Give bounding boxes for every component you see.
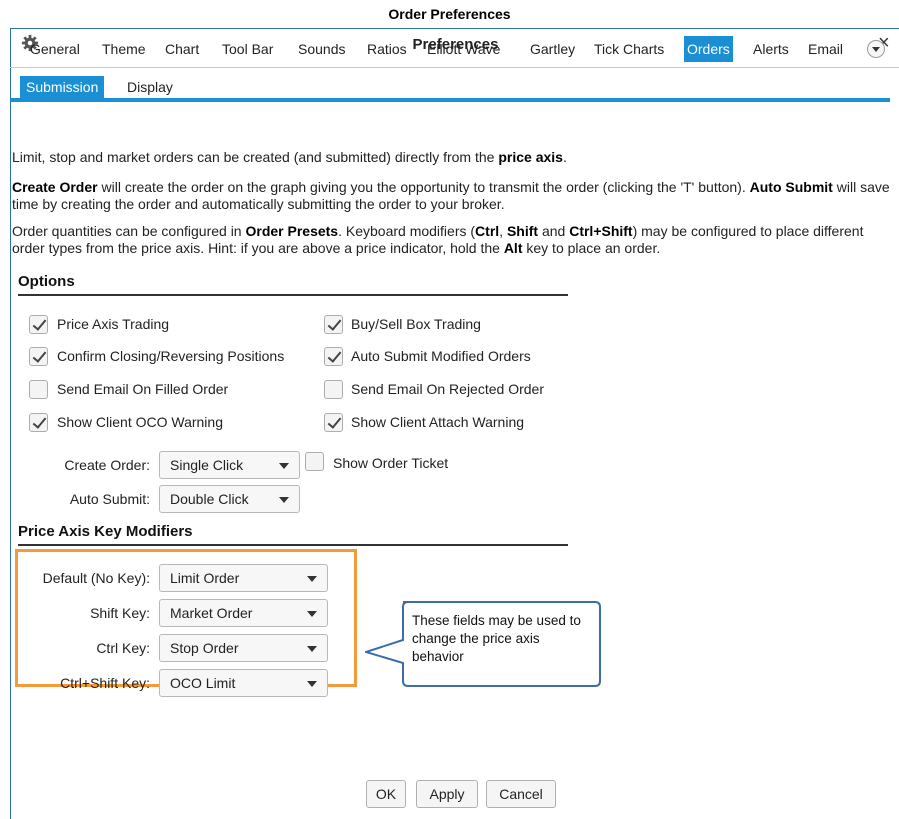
chevron-down-icon bbox=[307, 681, 317, 687]
chevron-down-icon bbox=[279, 463, 289, 469]
confirm-closing-checkbox[interactable] bbox=[29, 347, 48, 366]
create-order-label: Create Order: bbox=[64, 457, 150, 473]
tab-theme[interactable]: Theme bbox=[99, 36, 149, 62]
send-email-rejected-label: Send Email On Rejected Order bbox=[351, 381, 544, 397]
confirm-closing-label: Confirm Closing/Reversing Positions bbox=[57, 348, 285, 364]
show-order-ticket-checkbox[interactable] bbox=[305, 452, 324, 471]
shift-key-value: Market Order bbox=[170, 605, 253, 621]
quantities-paragraph: Order quantities can be configured in Or… bbox=[12, 223, 864, 256]
buy-sell-box-trading-checkbox[interactable] bbox=[324, 315, 343, 334]
default-key-value: Limit Order bbox=[170, 570, 240, 586]
more-tabs-icon[interactable] bbox=[867, 40, 885, 58]
send-email-filled-label: Send Email On Filled Order bbox=[57, 381, 229, 397]
ctrl-shift-key-dropdown[interactable]: OCO Limit bbox=[159, 669, 328, 697]
options-heading: Options bbox=[18, 273, 75, 290]
auto-submit-dropdown[interactable]: Double Click bbox=[159, 485, 300, 513]
send-email-filled-checkbox[interactable] bbox=[29, 380, 48, 399]
show-oco-warning-checkbox[interactable] bbox=[29, 413, 48, 432]
ctrl-shift-key-label: Ctrl+Shift Key: bbox=[60, 675, 150, 691]
chevron-down-icon bbox=[279, 497, 289, 503]
tab-sounds[interactable]: Sounds bbox=[295, 36, 348, 62]
tab-alerts[interactable]: Alerts bbox=[750, 36, 792, 62]
chevron-down-icon bbox=[307, 646, 317, 652]
tab-chart[interactable]: Chart bbox=[162, 36, 202, 62]
buy-sell-box-trading-label: Buy/Sell Box Trading bbox=[351, 316, 481, 332]
tab-general[interactable]: General bbox=[27, 36, 83, 62]
intro-paragraph: Limit, stop and market orders can be cre… bbox=[12, 149, 567, 165]
show-order-ticket-label: Show Order Ticket bbox=[333, 455, 449, 471]
chevron-down-icon bbox=[307, 611, 317, 617]
divider bbox=[10, 67, 899, 68]
ctrl-key-label: Ctrl Key: bbox=[96, 640, 150, 656]
subtab-display[interactable]: Display bbox=[121, 76, 179, 98]
ctrl-key-value: Stop Order bbox=[170, 640, 239, 656]
tab-orders[interactable]: Orders bbox=[684, 36, 733, 62]
tab-tick-charts[interactable]: Tick Charts bbox=[591, 36, 667, 62]
show-attach-warning-checkbox[interactable] bbox=[324, 413, 343, 432]
chevron-down-icon bbox=[307, 576, 317, 582]
auto-submit-modified-label: Auto Submit Modified Orders bbox=[351, 348, 531, 364]
options-divider bbox=[18, 294, 568, 296]
show-oco-warning-label: Show Client OCO Warning bbox=[57, 414, 223, 430]
auto-submit-label: Auto Submit: bbox=[69, 491, 150, 507]
key-modifiers-heading: Price Axis Key Modifiers bbox=[18, 523, 193, 540]
tab-tool-bar[interactable]: Tool Bar bbox=[219, 36, 276, 62]
send-email-rejected-checkbox[interactable] bbox=[324, 380, 343, 399]
tab-elliott-wave[interactable]: Elliott Wave bbox=[424, 36, 503, 62]
shift-key-dropdown[interactable]: Market Order bbox=[159, 599, 328, 627]
ok-button[interactable]: OK bbox=[366, 780, 406, 808]
create-order-paragraph: Create Order will create the order on th… bbox=[12, 179, 890, 212]
tab-ratios[interactable]: Ratios bbox=[364, 36, 410, 62]
apply-button[interactable]: Apply bbox=[416, 780, 478, 808]
price-axis-trading-label: Price Axis Trading bbox=[57, 316, 170, 332]
key-modifiers-divider bbox=[18, 544, 568, 546]
show-attach-warning-label: Show Client Attach Warning bbox=[351, 414, 525, 430]
ctrl-shift-key-value: OCO Limit bbox=[170, 675, 236, 691]
ctrl-key-dropdown[interactable]: Stop Order bbox=[159, 634, 328, 662]
default-key-label: Default (No Key): bbox=[42, 570, 150, 586]
default-key-dropdown[interactable]: Limit Order bbox=[159, 564, 328, 592]
document-title: Order Preferences bbox=[388, 6, 511, 22]
subtab-underline bbox=[10, 98, 890, 102]
cancel-button[interactable]: Cancel bbox=[486, 780, 556, 808]
auto-submit-modified-checkbox[interactable] bbox=[324, 347, 343, 366]
create-order-value: Single Click bbox=[170, 457, 244, 473]
price-axis-trading-checkbox[interactable] bbox=[29, 315, 48, 334]
shift-key-label: Shift Key: bbox=[90, 605, 150, 621]
tab-email[interactable]: Email bbox=[805, 36, 846, 62]
subtab-submission[interactable]: Submission bbox=[20, 76, 105, 98]
create-order-dropdown[interactable]: Single Click bbox=[159, 451, 300, 479]
tab-gartley[interactable]: Gartley bbox=[527, 36, 578, 62]
callout-text: These fields may be used to change the p… bbox=[412, 613, 581, 664]
auto-submit-value: Double Click bbox=[170, 491, 249, 507]
